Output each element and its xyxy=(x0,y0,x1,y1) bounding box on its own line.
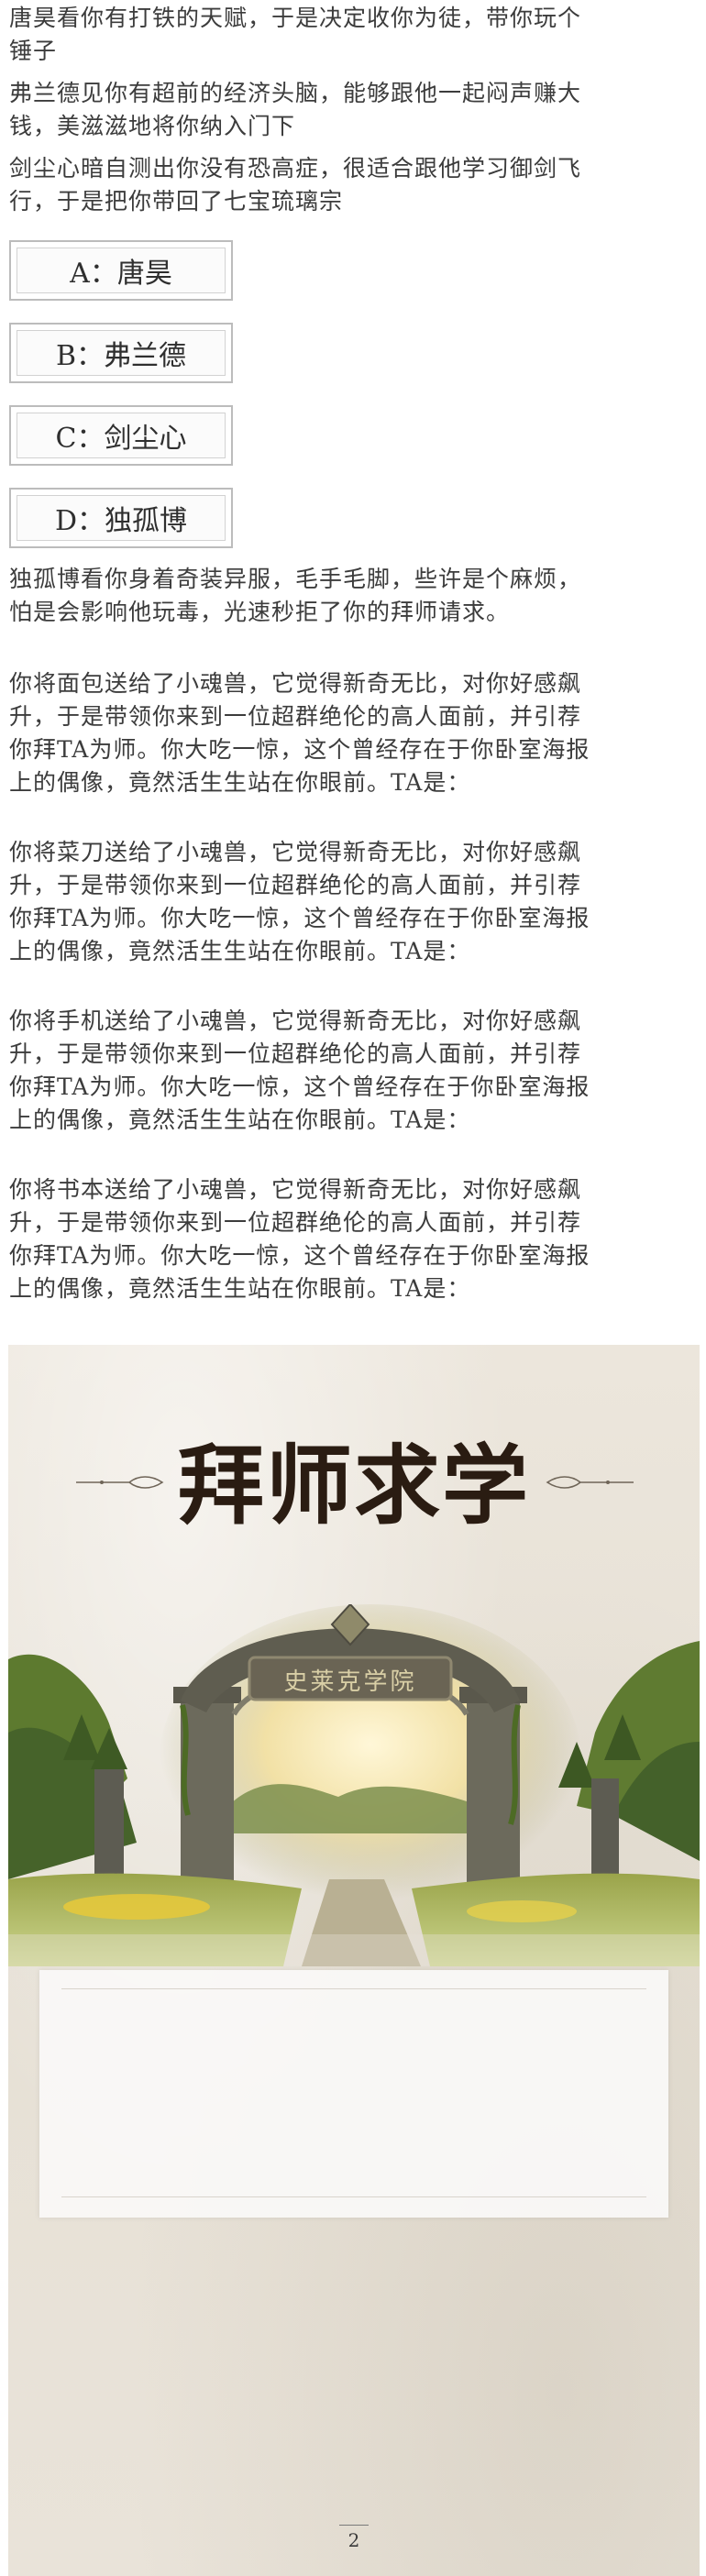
card-bottom-divider xyxy=(61,2196,646,2197)
option-a-button[interactable]: A：唐昊 xyxy=(9,240,233,301)
option-b-button[interactable]: B：弗兰德 xyxy=(9,323,233,383)
card-top-divider xyxy=(61,1988,646,1989)
intro-text-fulande: 弗兰德见你有超前的经济头脑，能够跟他一起闷声赚大钱，美滋滋地将你纳入门下 xyxy=(9,80,582,139)
result-text-book: 你将书本送给了小魂兽，它觉得新奇无比，对你好感飙升，于是带领你来到一位超群绝伦的… xyxy=(9,1176,590,1302)
result-text-knife: 你将菜刀送给了小魂兽，它觉得新奇无比，对你好感飙升，于是带领你来到一位超群绝伦的… xyxy=(9,839,590,964)
page-number: 2 xyxy=(347,2529,360,2551)
academy-gate-scene xyxy=(8,1604,700,1966)
result-text-dugubo: 独孤博看你身着奇装异服，毛手毛脚，些许是个麻烦，怕是会影响他玩毒，光速秒拒了你的… xyxy=(9,566,582,625)
result-text-phone: 你将手机送给了小魂兽，它觉得新奇无比，对你好感飙升，于是带领你来到一位超群绝伦的… xyxy=(9,1007,590,1133)
option-c-button[interactable]: C：剑尘心 xyxy=(9,405,233,466)
intro-text-tanghao: 唐昊看你有打铁的天赋，于是决定收你为徒，带你玩个锤子 xyxy=(9,5,582,64)
gate-plaque-text: 史莱克学院 xyxy=(283,1668,417,1696)
poster-title: 拜师求学 xyxy=(177,1436,530,1536)
intro-text-jianchenxin: 剑尘心暗自测出你没有恐高症，很适合跟他学习御剑飞行，于是把你带回了七宝琉璃宗 xyxy=(9,155,582,215)
page-number-divider xyxy=(339,2525,369,2526)
poster-image: 拜师求学 史莱克学院 2 xyxy=(8,1345,700,2576)
result-text-bread: 你将面包送给了小魂兽，它觉得新奇无比，对你好感飙升，于是带领你来到一位超群绝伦的… xyxy=(9,670,590,796)
info-card xyxy=(39,1970,668,2218)
option-d-button[interactable]: D：独孤博 xyxy=(9,488,233,548)
